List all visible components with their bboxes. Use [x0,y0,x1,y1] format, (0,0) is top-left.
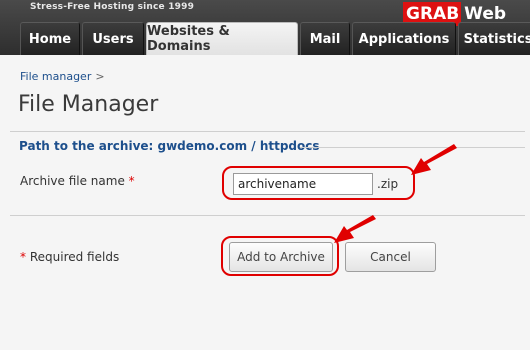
arrow-to-add-button-icon [334,215,376,243]
tab-home[interactable]: Home [20,22,80,55]
form-divider [10,215,525,216]
required-note-asterisk: * [20,250,26,264]
breadcrumb-separator: > [95,70,105,83]
archive-name-label-text: Archive file name [20,174,125,188]
required-note-text: Required fields [29,250,120,264]
arrow-to-input-icon [411,144,457,175]
tagline: Stress-Free Hosting since 1999 [30,2,195,12]
required-fields-note: * Required fields [20,250,119,264]
button-highlight-ring [221,236,339,276]
required-asterisk: * [128,174,135,188]
breadcrumb: File manager > [20,70,105,83]
tab-users[interactable]: Users [82,22,144,55]
input-highlight-ring [222,166,415,200]
top-header: Stress-Free Hosting since 1999 GRAB Web … [0,0,530,55]
breadcrumb-file-manager[interactable]: File manager [20,70,91,83]
archive-path-legend: Path to the archive: gwdemo.com / httpdo… [19,139,326,153]
tab-applications[interactable]: Applications [352,22,456,55]
tab-statistics[interactable]: Statistics [458,22,530,55]
page-title: File Manager [18,92,159,117]
section-divider [10,131,525,132]
tab-mail[interactable]: Mail [300,22,350,55]
main-tabs: Home Users Websites & Domains Mail Appli… [0,22,530,55]
archive-name-label: Archive file name * [20,174,135,188]
tab-websites-domains[interactable]: Websites & Domains [146,22,298,55]
